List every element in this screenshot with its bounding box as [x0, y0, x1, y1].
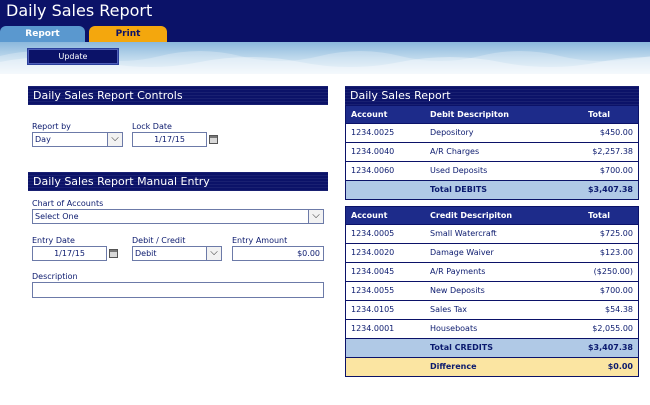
description-input[interactable]	[32, 282, 324, 298]
debits-table-header: Account Debit Descripiton Total	[346, 106, 638, 123]
description-cell: Depository	[430, 128, 474, 137]
total-cell: $2,055.00	[592, 324, 633, 333]
description-cell: Houseboats	[430, 324, 478, 333]
column-header-account: Account	[351, 211, 388, 220]
description-cell: Sales Tax	[430, 305, 468, 314]
app-title: Daily Sales Report	[6, 1, 153, 20]
entry-date-label: Entry Date	[32, 236, 75, 245]
chevron-down-icon[interactable]: ⌵	[308, 210, 323, 223]
total-cell: $700.00	[599, 286, 633, 295]
description-cell: New Deposits	[430, 286, 485, 295]
table-row: 1234.0105 Sales Tax $54.38	[346, 300, 638, 319]
chevron-down-icon[interactable]: ⌵	[206, 247, 221, 260]
difference-row: Difference $0.00	[346, 357, 638, 376]
debits-table: Account Debit Descripiton Total 1234.002…	[345, 105, 639, 200]
difference-value: $0.00	[607, 362, 633, 371]
chart-of-accounts-select[interactable]: Select One ⌵	[32, 209, 324, 224]
controls-header: Daily Sales Report Controls	[28, 86, 328, 105]
table-row: 1234.0040 A/R Charges $2,257.38	[346, 142, 638, 161]
report-by-select[interactable]: Day ⌵	[32, 132, 123, 147]
account-cell: 1234.0025	[351, 128, 395, 137]
description-label: Description	[32, 272, 78, 281]
account-cell: 1234.0020	[351, 248, 395, 257]
credits-table-header: Account Credit Descripiton Total	[346, 207, 638, 224]
account-cell: 1234.0055	[351, 286, 395, 295]
credits-total-row: Total CREDITS $3,407.38	[346, 338, 638, 357]
total-debits-value: $3,407.38	[587, 185, 633, 194]
description-cell: Small Watercraft	[430, 229, 497, 238]
debit-credit-select[interactable]: Debit ⌵	[132, 246, 222, 261]
chart-of-accounts-label: Chart of Accounts	[32, 199, 104, 208]
description-cell: A/R Payments	[430, 267, 486, 276]
tab-strip: Report Print	[0, 26, 650, 42]
lock-date-input[interactable]: 1/17/15	[132, 132, 207, 147]
title-bar: Daily Sales Report	[0, 0, 650, 26]
account-cell: 1234.0005	[351, 229, 395, 238]
description-cell: Used Deposits	[430, 166, 488, 175]
column-header-description: Debit Descripiton	[430, 110, 509, 119]
description-cell: A/R Charges	[430, 147, 480, 156]
lock-date-label: Lock Date	[132, 122, 172, 131]
update-button[interactable]: Update	[27, 48, 119, 65]
table-row: 1234.0045 A/R Payments ($250.00)	[346, 262, 638, 281]
manual-entry-header: Daily Sales Report Manual Entry	[28, 172, 328, 191]
entry-amount-label: Entry Amount	[232, 236, 288, 245]
total-cell: $2,257.38	[592, 147, 633, 156]
tab-report[interactable]: Report	[0, 26, 85, 42]
table-row: 1234.0020 Damage Waiver $123.00	[346, 243, 638, 262]
report-by-value: Day	[35, 135, 51, 144]
column-header-account: Account	[351, 110, 388, 119]
debits-total-row: Total DEBITS $3,407.38	[346, 180, 638, 199]
credits-table: Account Credit Descripiton Total 1234.00…	[345, 206, 639, 377]
table-row: 1234.0005 Small Watercraft $725.00	[346, 224, 638, 243]
chevron-down-icon[interactable]: ⌵	[107, 133, 122, 146]
column-header-total: Total	[588, 110, 610, 119]
total-cell: $450.00	[599, 128, 633, 137]
debit-credit-label: Debit / Credit	[132, 236, 186, 245]
account-cell: 1234.0040	[351, 147, 395, 156]
entry-amount-input[interactable]: $0.00	[232, 246, 324, 261]
total-credits-value: $3,407.38	[587, 343, 633, 352]
account-cell: 1234.0001	[351, 324, 395, 333]
table-row: 1234.0001 Houseboats $2,055.00	[346, 319, 638, 338]
calendar-icon[interactable]	[109, 249, 118, 258]
total-debits-label: Total DEBITS	[430, 185, 488, 194]
report-by-label: Report by	[32, 122, 71, 131]
chart-of-accounts-value: Select One	[35, 212, 79, 221]
calendar-icon[interactable]	[209, 135, 218, 144]
total-credits-label: Total CREDITS	[430, 343, 493, 352]
table-row: 1234.0055 New Deposits $700.00	[346, 281, 638, 300]
account-cell: 1234.0105	[351, 305, 395, 314]
account-cell: 1234.0045	[351, 267, 395, 276]
description-cell: Damage Waiver	[430, 248, 494, 257]
difference-label: Difference	[430, 362, 477, 371]
column-header-description: Credit Descripiton	[430, 211, 513, 220]
entry-date-input[interactable]: 1/17/15	[32, 246, 107, 261]
total-cell: $54.38	[605, 305, 633, 314]
total-cell: $123.00	[599, 248, 633, 257]
account-cell: 1234.0060	[351, 166, 395, 175]
total-cell: $725.00	[599, 229, 633, 238]
total-cell: $700.00	[599, 166, 633, 175]
total-cell: ($250.00)	[593, 267, 633, 276]
tab-print[interactable]: Print	[89, 26, 167, 42]
column-header-total: Total	[588, 211, 610, 220]
report-header: Daily Sales Report	[345, 86, 639, 105]
table-row: 1234.0060 Used Deposits $700.00	[346, 161, 638, 180]
table-row: 1234.0025 Depository $450.00	[346, 123, 638, 142]
debit-credit-value: Debit	[135, 249, 157, 258]
